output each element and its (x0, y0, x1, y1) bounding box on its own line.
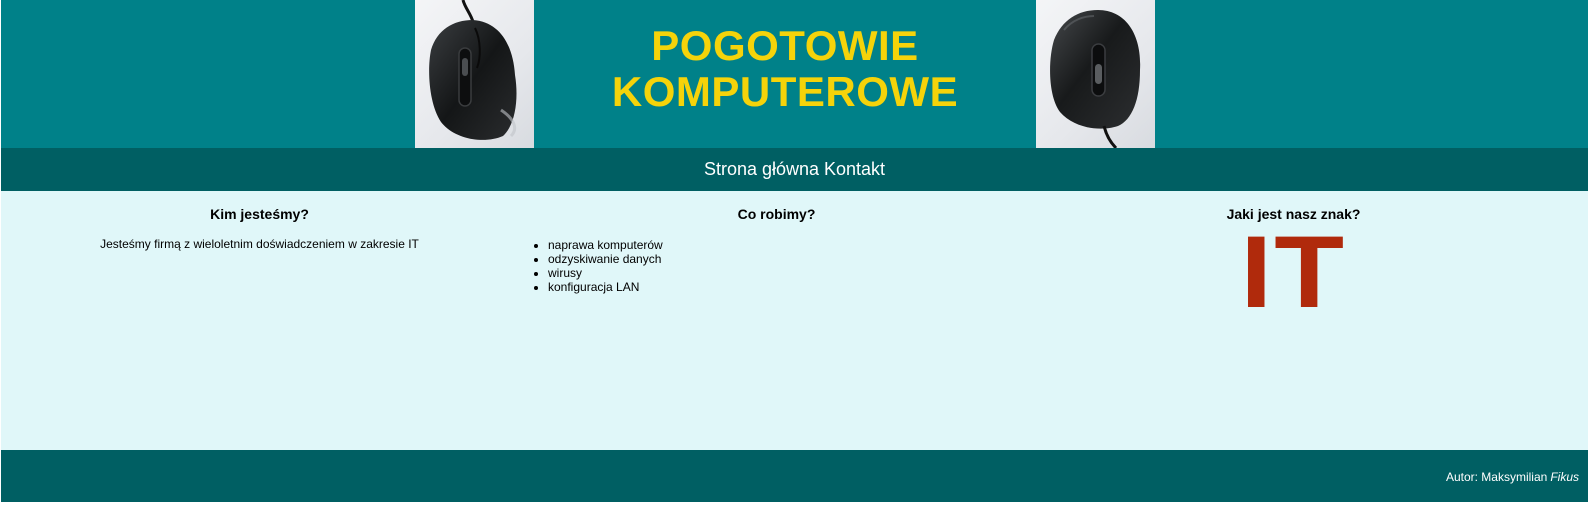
about-text: Jesteśmy firmą z wieloletnim doświadczen… (100, 237, 419, 251)
services-list-item: odzyskiwanie danych (548, 252, 1035, 266)
mouse-image-right (1036, 0, 1155, 148)
services-section: Co robimy? naprawa komputerów odzyskiwan… (518, 191, 1035, 450)
services-list-item: naprawa komputerów (548, 238, 1035, 252)
sign-section: Jaki jest nasz znak? IT (1035, 191, 1552, 450)
footer-author-prefix: Autor: Maksymilian (1445, 469, 1548, 484)
services-list-item: wirusy (548, 266, 1035, 280)
nav-link-home[interactable]: Strona główna (704, 159, 819, 180)
services-heading: Co robimy? (737, 206, 816, 222)
site-title-line2: KOMPUTEROWE (611, 68, 959, 115)
it-logo: IT (1240, 215, 1347, 329)
about-heading: Kim jesteśmy? (210, 206, 309, 222)
about-section: Kim jesteśmy? Jesteśmy firmą z wieloletn… (1, 191, 518, 450)
site-title: POGOTOWIE KOMPUTEROWE (534, 0, 1036, 148)
nav-link-contact[interactable]: Kontakt (824, 159, 885, 180)
footer-author-surname: Fikus (1550, 469, 1579, 484)
main-nav: Strona główna Kontakt (1, 148, 1588, 191)
main-content: Kim jesteśmy? Jesteśmy firmą z wieloletn… (1, 191, 1588, 450)
footer: Autor: Maksymilian Fikus (1, 450, 1588, 502)
mouse-image-left (415, 0, 534, 148)
header: POGOTOWIE KOMPUTEROWE (1, 0, 1588, 148)
services-list-item: konfiguracja LAN (548, 280, 1035, 294)
services-list: naprawa komputerów odzyskiwanie danych w… (518, 238, 1035, 294)
site-title-line1: POGOTOWIE (651, 22, 919, 69)
